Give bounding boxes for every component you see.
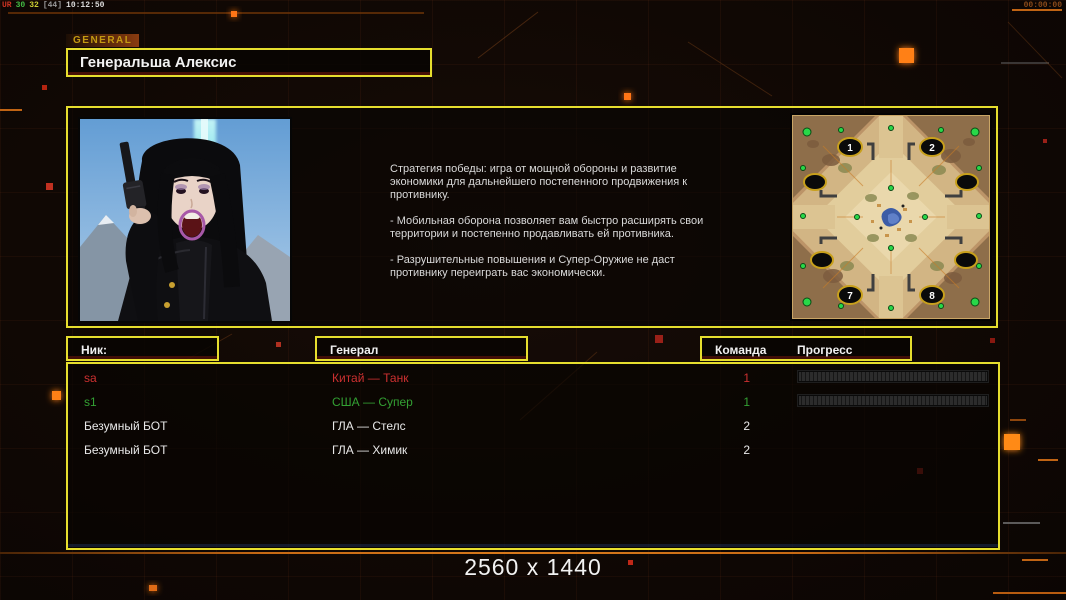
general-portrait [78, 117, 292, 323]
minimap: 1 2 7 8 [779, 104, 1003, 330]
strategy-text: Стратегия победы: игра от мощной обороны… [390, 163, 720, 293]
column-header-team-progress: Команда Прогресс [700, 336, 912, 361]
player-progress-bar [798, 371, 988, 382]
player-progress-bar [798, 395, 988, 406]
start-number: 8 [929, 291, 935, 302]
column-header-general-label: Генерал [330, 343, 379, 357]
perf-stats-overlay: UR 30 32 [44] 10:12:50 [2, 1, 108, 10]
column-header-progress-label: Прогресс [797, 343, 853, 357]
player-general: США — Супер [332, 395, 413, 409]
player-list-divider [68, 544, 998, 547]
general-info-panel: Стратегия победы: игра от мощной обороны… [66, 104, 1003, 330]
player-general: Китай — Танк [332, 371, 409, 385]
player-team: 2 [743, 443, 750, 457]
column-header-nick: Ник: [66, 336, 219, 361]
player-team: 1 [743, 371, 750, 385]
general-portrait-art [80, 119, 290, 321]
resolution-label: 2560 x 1440 [464, 554, 602, 580]
perf-stat-part: 30 [15, 1, 26, 10]
player-list-panel: sa Китай — Танк 1 s1 США — Супер 1 Безум… [66, 362, 1000, 550]
player-team: 1 [743, 395, 750, 409]
column-header-general: Генерал [315, 336, 528, 361]
perf-stat-part: [44] [42, 1, 63, 10]
match-timer: 00:00:00 [1023, 1, 1062, 10]
start-number: 2 [929, 143, 935, 154]
strategy-paragraph: Стратегия победы: игра от мощной обороны… [390, 163, 688, 201]
player-row: Безумный БОТ ГЛА — Стелс 2 [68, 414, 998, 438]
general-name-box: Генеральша Алексис [66, 48, 432, 77]
loading-screen: UR 30 32 [44] 10:12:50 00:00:00 GENERAL Гене… [0, 0, 1066, 600]
player-general: ГЛА — Стелс [332, 419, 406, 433]
perf-stat-part: 32 [29, 1, 39, 10]
player-row: sa Китай — Танк 1 [68, 366, 998, 390]
column-header-nick-label: Ник: [81, 343, 108, 357]
player-team: 2 [743, 419, 750, 433]
player-nick: Безумный БОТ [84, 419, 168, 433]
start-number: 7 [847, 291, 853, 302]
minimap-art: 1 2 7 8 [779, 104, 1003, 330]
perf-stat-part: UR [2, 1, 12, 10]
player-general: ГЛА — Химик [332, 443, 408, 457]
player-row: s1 США — Супер 1 [68, 390, 998, 414]
player-nick: Безумный БОТ [84, 443, 168, 457]
start-number: 1 [847, 143, 853, 154]
strategy-paragraph: - Разрушительные повышения и Супер-Оружи… [390, 254, 675, 279]
player-nick: sa [84, 371, 97, 385]
general-name: Генеральша Алексис [80, 54, 237, 71]
column-header-team-label: Команда [715, 343, 767, 357]
general-rank-tag: GENERAL [66, 34, 140, 47]
player-row: Безумный БОТ ГЛА — Химик 2 [68, 438, 998, 462]
player-nick: s1 [84, 395, 97, 409]
perf-stat-part: 10:12:50 [66, 1, 105, 10]
strategy-paragraph: - Мобильная оборона позволяет вам быстро… [390, 215, 704, 240]
player-rows: sa Китай — Танк 1 s1 США — Супер 1 Безум… [68, 364, 998, 548]
